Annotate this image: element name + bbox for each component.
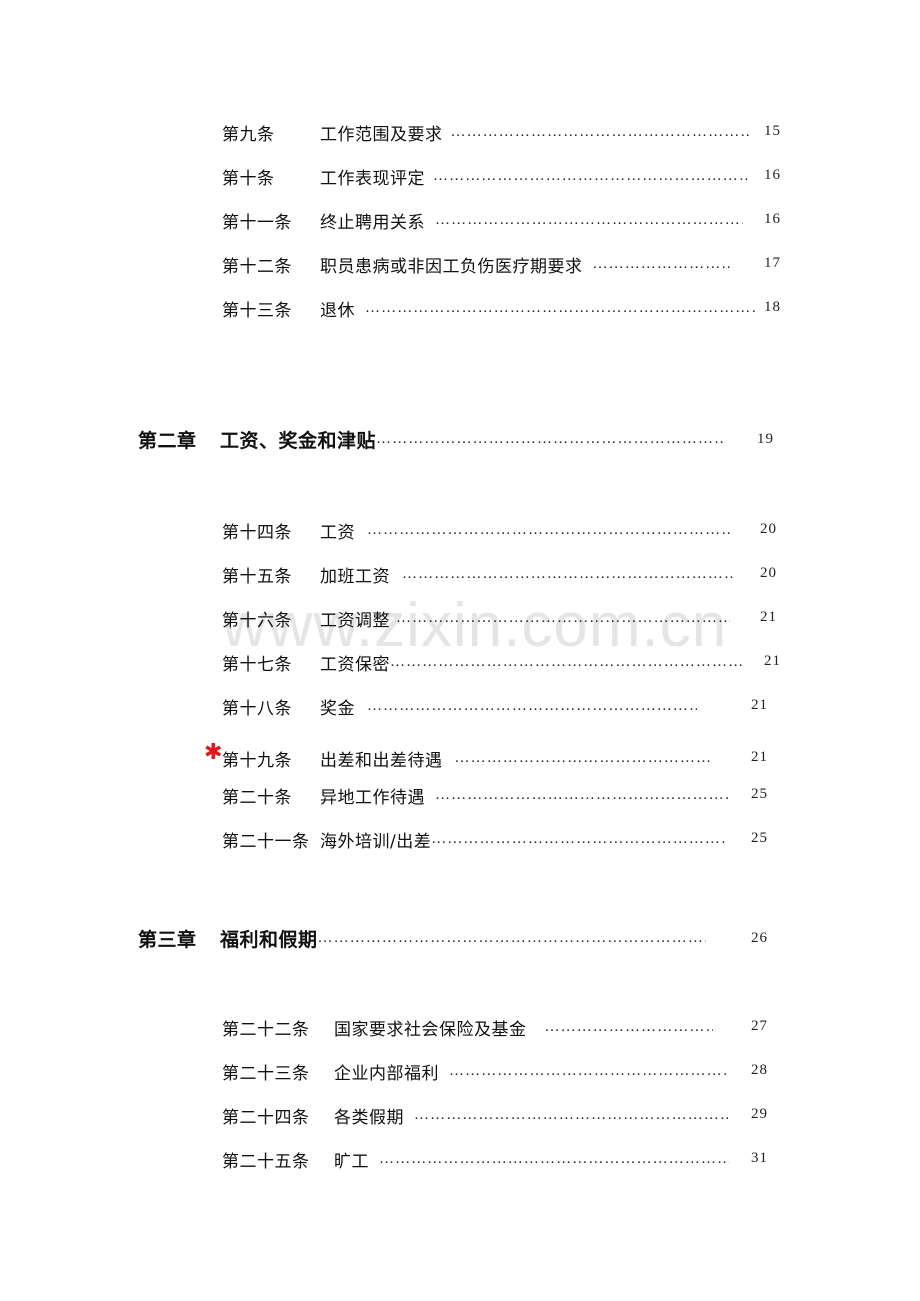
page-number: 19 [757, 431, 774, 447]
leader-dots: …………………………………………………………………………………………………… [431, 830, 726, 847]
article-title: 工资调整 [320, 610, 390, 631]
page-number: 20 [760, 565, 777, 581]
article-number: 第十九条 [222, 750, 292, 771]
article-title: 职员患病或非因工负伤医疗期要求 [320, 256, 583, 277]
article-title: 企业内部福利 [334, 1063, 439, 1084]
article-number: 第十一条 [222, 212, 292, 233]
page-number: 18 [764, 299, 781, 315]
toc-entry[interactable]: 第二十四条 各类假期 ……………………………………………………………………………… [222, 1102, 728, 1128]
article-title: 奖金 [320, 698, 355, 719]
toc-entry[interactable]: 第十八条 奖金 ……………………………………………………………………………………… [222, 693, 697, 719]
page-number: 21 [751, 749, 768, 765]
article-title: 工作范围及要求 [320, 124, 443, 145]
page-number: 25 [751, 830, 768, 846]
page-number: 25 [751, 786, 768, 802]
leader-dots: …………………………………………………………………………………………………… [376, 430, 726, 447]
leader-dots: …………………………………………………………………………………………………… [450, 123, 751, 140]
article-title: 工作表现评定 [320, 168, 425, 189]
page-number: 15 [764, 123, 781, 139]
chapter-number: 第三章 [138, 928, 197, 951]
article-number: 第十二条 [222, 256, 292, 277]
leader-dots: …………………………………………………………………………………………………… [367, 521, 733, 538]
toc-entry[interactable]: 第十四条 工资 ……………………………………………………………………………………… [222, 517, 733, 543]
leader-dots: …………………………………………………………………………………………………… [592, 255, 733, 272]
article-number: 第二十二条 [222, 1019, 310, 1040]
article-number: 第二十一条 [222, 831, 310, 852]
toc-chapter[interactable]: 第三章 福利和假期 ………………………………………………………………………………… [138, 925, 706, 951]
page-number: 26 [751, 930, 768, 946]
article-number: 第十六条 [222, 610, 292, 631]
article-title: 海外培训/出差 [320, 831, 432, 852]
article-title: 异地工作待遇 [320, 787, 425, 808]
article-number: 第十八条 [222, 698, 292, 719]
toc-entry[interactable]: 第二十一条 海外培训/出差 ……………………………………………………………………… [222, 826, 725, 852]
toc-entry[interactable]: 第二十二条 国家要求社会保险及基金 …………………………………………………………… [222, 1014, 713, 1040]
article-number: 第十四条 [222, 522, 292, 543]
leader-dots: …………………………………………………………………………………………………… [435, 211, 743, 228]
leader-dots: …………………………………………………………………………………………………… [449, 1062, 727, 1079]
toc-entry[interactable]: 第十三条 退休 ……………………………………………………………………………………… [222, 295, 757, 321]
article-number: 第十条 [222, 168, 275, 189]
article-title: 加班工资 [320, 566, 390, 587]
article-number: 第二十三条 [222, 1063, 310, 1084]
leader-dots: …………………………………………………………………………………………………… [433, 167, 749, 184]
article-title: 国家要求社会保险及基金 [334, 1019, 527, 1040]
toc-page: www.zixin.com.cn 第九条 工作范围及要求 ……………………………… [0, 0, 920, 1301]
article-title: 旷工 [334, 1151, 369, 1172]
page-number: 27 [751, 1018, 768, 1034]
toc-chapter[interactable]: 第二章 工资、奖金和津贴 ………………………………………………………………………… [138, 426, 726, 452]
chapter-number: 第二章 [138, 429, 197, 452]
page-number: 16 [764, 211, 781, 227]
article-title: 退休 [320, 300, 355, 321]
toc-entry[interactable]: 第十条 工作表现评定 ……………………………………………………………………………… [222, 163, 749, 189]
toc-entry[interactable]: 第十七条 工资保密 ………………………………………………………………………………… [222, 649, 742, 675]
toc-entry[interactable]: 第十六条 工资调整 ………………………………………………………………………………… [222, 605, 730, 631]
toc-entry[interactable]: 第二十条 异地工作待遇 …………………………………………………………………………… [222, 782, 729, 808]
page-number: 29 [751, 1106, 768, 1122]
article-number: 第十五条 [222, 566, 292, 587]
article-title: 工资保密 [320, 654, 390, 675]
leader-dots: …………………………………………………………………………………………………… [396, 609, 730, 626]
page-number: 28 [751, 1062, 768, 1078]
article-number: 第二十条 [222, 787, 292, 808]
leader-dots: …………………………………………………………………………………………………… [414, 1106, 728, 1123]
page-number: 20 [760, 521, 777, 537]
leader-dots: …………………………………………………………………………………………………… [317, 929, 706, 946]
chapter-title: 工资、奖金和津贴 [220, 429, 377, 452]
leader-dots: …………………………………………………………………………………………………… [390, 653, 742, 670]
leader-dots: …………………………………………………………………………………………………… [365, 299, 757, 316]
leader-dots: …………………………………………………………………………………………………… [367, 697, 697, 714]
page-number: 21 [764, 653, 781, 669]
leader-dots: …………………………………………………………………………………………………… [402, 565, 734, 582]
leader-dots: …………………………………………………………………………………………………… [454, 749, 713, 766]
star-marker-icon: ✱ [204, 740, 223, 765]
article-title: 终止聘用关系 [320, 212, 425, 233]
toc-entry[interactable]: 第二十五条 旷工 …………………………………………………………………………………… [222, 1146, 729, 1172]
toc-entry[interactable]: 第十一条 终止聘用关系 …………………………………………………………………………… [222, 207, 743, 233]
article-title: 出差和出差待遇 [320, 750, 443, 771]
page-number: 16 [764, 167, 781, 183]
article-number: 第二十五条 [222, 1151, 310, 1172]
leader-dots: …………………………………………………………………………………………………… [379, 1150, 729, 1167]
page-number: 17 [764, 255, 781, 271]
article-number: 第十三条 [222, 300, 292, 321]
toc-entry[interactable]: 第九条 工作范围及要求 …………………………………………………………………………… [222, 119, 751, 145]
chapter-title: 福利和假期 [220, 928, 318, 951]
article-title: 工资 [320, 522, 355, 543]
page-number: 31 [751, 1150, 768, 1166]
article-title: 各类假期 [334, 1107, 404, 1128]
article-number: 第九条 [222, 124, 275, 145]
page-number: 21 [751, 697, 768, 713]
toc-entry[interactable]: 第十九条 出差和出差待遇 ………………………………………………………………………… [222, 745, 713, 771]
leader-dots: …………………………………………………………………………………………………… [544, 1018, 713, 1035]
article-number: 第二十四条 [222, 1107, 310, 1128]
toc-entry[interactable]: 第二十三条 企业内部福利 ………………………………………………………………………… [222, 1058, 727, 1084]
toc-entry[interactable]: 第十二条 职员患病或非因工负伤医疗期要求 …………………………………………………… [222, 251, 733, 277]
toc-entry[interactable]: 第十五条 加班工资 ………………………………………………………………………………… [222, 561, 734, 587]
leader-dots: …………………………………………………………………………………………………… [435, 786, 729, 803]
article-number: 第十七条 [222, 654, 292, 675]
page-number: 21 [760, 609, 777, 625]
